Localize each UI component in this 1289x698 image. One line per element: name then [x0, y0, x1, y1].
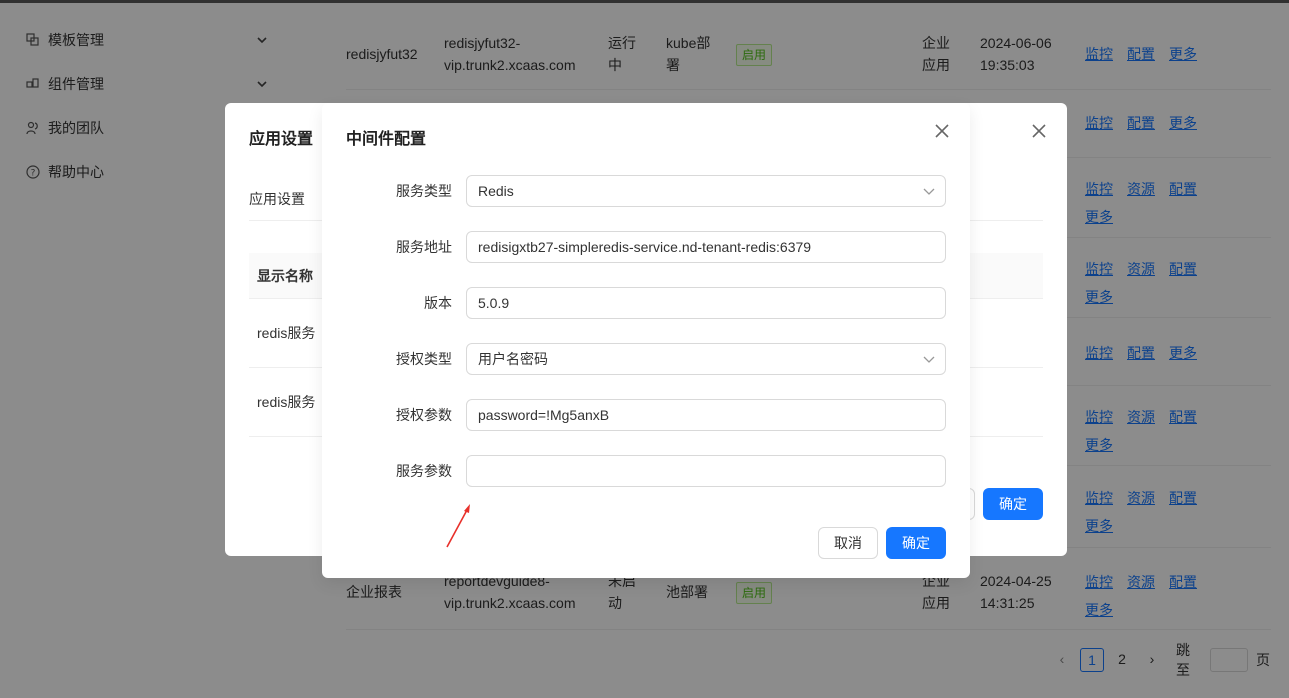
auth-params-input[interactable]: password=!Mg5anxB — [466, 399, 946, 431]
dialog-title: 中间件配置 — [346, 131, 427, 148]
confirm-button[interactable]: 确定 — [886, 527, 946, 559]
row-display-name: redis服务 — [257, 394, 316, 410]
service-params-input[interactable] — [466, 455, 946, 487]
service-address-label: 服务地址 — [396, 239, 452, 255]
auth-type-select[interactable]: 用户名密码 — [466, 343, 946, 375]
service-type-select[interactable]: Redis — [466, 175, 946, 207]
auth-params-label: 授权参数 — [396, 407, 452, 423]
service-type-label: 服务类型 — [396, 183, 452, 199]
auth-type-label: 授权类型 — [396, 351, 452, 367]
cancel-button[interactable]: 取消 — [818, 527, 878, 559]
service-type-value: Redis — [478, 183, 514, 199]
auth-type-value: 用户名密码 — [478, 351, 548, 367]
close-icon[interactable] — [934, 123, 950, 139]
annotation-arrow-icon — [446, 504, 470, 548]
chevron-down-icon — [923, 356, 935, 363]
chevron-down-icon — [923, 188, 935, 195]
service-params-label: 服务参数 — [396, 463, 452, 479]
close-icon[interactable] — [1031, 123, 1047, 139]
version-label: 版本 — [424, 295, 452, 311]
service-address-input[interactable]: redisigxtb27-simpleredis-service.nd-tena… — [466, 231, 946, 263]
dialog-title: 应用设置 — [249, 131, 314, 148]
confirm-button[interactable]: 确定 — [983, 488, 1043, 520]
column-header-display-name: 显示名称 — [257, 268, 313, 284]
row-display-name: redis服务 — [257, 325, 316, 341]
middleware-config-dialog: 中间件配置 服务类型 Redis 服务地址 redisigxtb27-simpl… — [322, 103, 970, 578]
tab-app-settings[interactable]: 应用设置 — [249, 189, 305, 209]
version-input[interactable]: 5.0.9 — [466, 287, 946, 319]
